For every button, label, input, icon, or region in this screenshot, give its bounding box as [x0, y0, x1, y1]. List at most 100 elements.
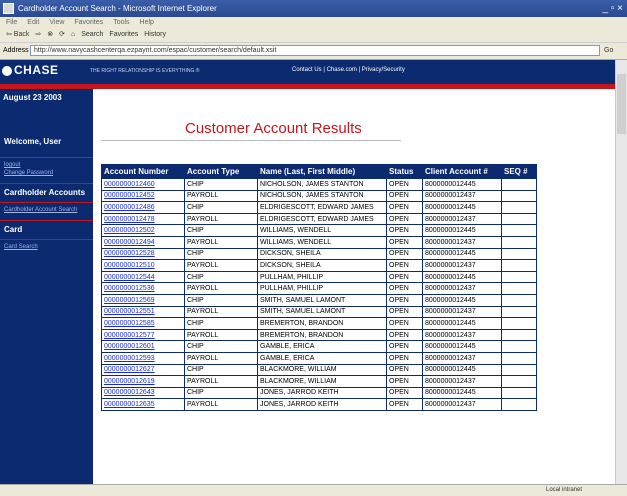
sidebar-divider	[0, 183, 93, 184]
header-seq[interactable]: SEQ #	[501, 164, 537, 179]
cell-seq	[501, 247, 537, 261]
cell-name: GAMBLE, ERICA	[257, 351, 387, 365]
window-controls[interactable]: _ ▫ ×	[593, 2, 623, 15]
sidebar-divider	[0, 220, 93, 221]
cell-status: OPEN	[386, 178, 423, 191]
account-number-link[interactable]: 0000000012452	[104, 192, 155, 199]
cell-seq	[501, 235, 537, 249]
cell-status: OPEN	[386, 351, 423, 365]
toolbar-button-5[interactable]: Search	[81, 31, 103, 38]
cell-name: DICKSON, SHEILA	[257, 259, 387, 272]
cell-status: OPEN	[386, 293, 423, 307]
account-number-link[interactable]: 0000000012601	[104, 343, 155, 350]
toolbar-button-1[interactable]: ⇨	[35, 31, 41, 38]
toolbar-button-3[interactable]: ⟳	[59, 31, 65, 38]
scrollbar-thumb[interactable]	[617, 74, 626, 134]
table-row: 0000000012601 CHIP GAMBLE, ERICA OPEN 800000…	[101, 340, 537, 353]
table-row: 0000000012478 PAYROLL ELDRIGESCOTT, EDWARD…	[101, 212, 537, 226]
account-number-link[interactable]: 0000000012593	[104, 355, 155, 362]
cell-client-account: 8000000012437	[422, 235, 502, 249]
account-number-link[interactable]: 0000000012619	[104, 378, 155, 385]
cell-status: OPEN	[386, 270, 423, 284]
cell-name: WILLIAMS, WENDELL	[257, 224, 387, 237]
page-content: CHASE THE RIGHT RELATIONSHIP IS EVERYTHI…	[0, 60, 615, 484]
cell-status: OPEN	[386, 224, 423, 237]
cell-account-type: CHIP	[184, 178, 258, 191]
table-row: 0000000012510 PAYROLL DICKSON, SHEILA OPEN 8…	[101, 259, 537, 272]
cell-seq	[501, 305, 537, 319]
table-row: 0000000012577 PAYROLL BREMERTON, BRANDON OP…	[101, 328, 537, 342]
account-number-link[interactable]: 0000000012528	[104, 250, 155, 257]
cell-account-number: 0000000012643	[101, 386, 185, 400]
account-number-link[interactable]: 0000000012569	[104, 297, 155, 304]
cell-account-number: 0000000012486	[101, 201, 185, 214]
address-label: Address	[3, 47, 29, 54]
account-number-link[interactable]: 0000000012585	[104, 320, 155, 327]
cell-client-account: 8000000012445	[422, 317, 502, 330]
header-name[interactable]: Name (Last, First Middle)	[257, 164, 387, 179]
account-number-link[interactable]: 0000000012486	[104, 204, 155, 211]
toolbar-button-4[interactable]: ⌂	[71, 31, 75, 38]
cell-account-type: PAYROLL	[184, 328, 258, 342]
change-password-link[interactable]: Change Password	[4, 170, 53, 176]
toolbar-button-0[interactable]: ⇦ Back	[6, 31, 29, 38]
welcome-text: Welcome, User	[4, 137, 62, 146]
cell-client-account: 8000000012445	[422, 224, 502, 237]
header-account-type[interactable]: Account Type	[184, 164, 258, 179]
menu-item-tools[interactable]: Tools	[113, 19, 129, 26]
header-status[interactable]: Status	[386, 164, 423, 179]
cell-status: OPEN	[386, 386, 423, 400]
card-search-link[interactable]: Card Search	[4, 244, 38, 250]
account-number-link[interactable]: 0000000012460	[104, 181, 155, 188]
table-row: 0000000012619 PAYROLL BLACKMORE, WILLIAM OP…	[101, 375, 537, 388]
cell-account-type: PAYROLL	[184, 282, 258, 295]
address-input[interactable]: http://www.navycashcenterqa.ezpaynt.com/…	[30, 45, 600, 56]
account-number-link[interactable]: 0000000012494	[104, 239, 155, 246]
table-row: 0000000012627 CHIP BLACKMORE, WILLIAM OPEN 8…	[101, 363, 537, 377]
cell-account-type: CHIP	[184, 201, 258, 214]
vertical-scrollbar[interactable]	[615, 60, 627, 484]
window-titlebar: Cardholder Account Search - Microsoft In…	[0, 0, 627, 17]
ie-app-icon	[3, 3, 14, 14]
cardholder-account-search-link[interactable]: Cardholder Account Search	[4, 207, 77, 213]
table-row: 0000000012494 PAYROLL WILLIAMS, WENDELL OPE…	[101, 235, 537, 249]
account-number-link[interactable]: 0000000012478	[104, 216, 155, 223]
menu-item-view[interactable]: View	[49, 19, 64, 26]
account-number-link[interactable]: 0000000012510	[104, 262, 155, 269]
account-number-link[interactable]: 0000000012627	[104, 366, 155, 373]
account-number-link[interactable]: 0000000012502	[104, 227, 155, 234]
toolbar-button-2[interactable]: ⊗	[47, 31, 53, 38]
account-number-link[interactable]: 0000000012635	[104, 401, 155, 408]
cell-account-type: PAYROLL	[184, 305, 258, 319]
cell-status: OPEN	[386, 305, 423, 319]
menu-item-favorites[interactable]: Favorites	[74, 19, 103, 26]
cell-account-type: PAYROLL	[184, 235, 258, 249]
menu-item-file[interactable]: File	[6, 19, 17, 26]
header-account-number[interactable]: Account Number	[101, 164, 185, 179]
cell-name: BLACKMORE, WILLIAM	[257, 363, 387, 377]
cell-account-type: PAYROLL	[184, 398, 258, 411]
top-links[interactable]: Contact Us | Chase.com | Privacy/Securit…	[292, 67, 405, 73]
account-number-link[interactable]: 0000000012544	[104, 274, 155, 281]
sidebar-section-cardholder-accounts: Cardholder Accounts	[4, 188, 86, 197]
page-title: Customer Account Results	[185, 120, 362, 137]
toolbar-button-6[interactable]: Favorites	[109, 31, 138, 38]
current-date: August 23 2003	[0, 89, 93, 113]
cell-account-type: CHIP	[184, 247, 258, 261]
cell-seq	[501, 189, 537, 203]
cell-name: ELDRIGESCOTT, EDWARD JAMES	[257, 212, 387, 226]
toolbar-button-7[interactable]: History	[144, 31, 166, 38]
menu-item-help[interactable]: Help	[140, 19, 154, 26]
menu-item-edit[interactable]: Edit	[27, 19, 39, 26]
chase-logo[interactable]: CHASE	[2, 63, 59, 77]
account-number-link[interactable]: 0000000012536	[104, 285, 155, 292]
account-number-link[interactable]: 0000000012577	[104, 332, 155, 339]
logout-link[interactable]: logout	[4, 162, 20, 168]
go-button[interactable]: Go	[604, 43, 613, 59]
cell-account-number: 0000000012577	[101, 328, 185, 342]
account-number-link[interactable]: 0000000012643	[104, 389, 155, 396]
header-client-account[interactable]: Client Account #	[422, 164, 502, 179]
account-number-link[interactable]: 0000000012551	[104, 308, 155, 315]
table-row: 0000000012551 PAYROLL SMITH, SAMUEL LAMONT…	[101, 305, 537, 319]
cell-seq	[501, 375, 537, 388]
